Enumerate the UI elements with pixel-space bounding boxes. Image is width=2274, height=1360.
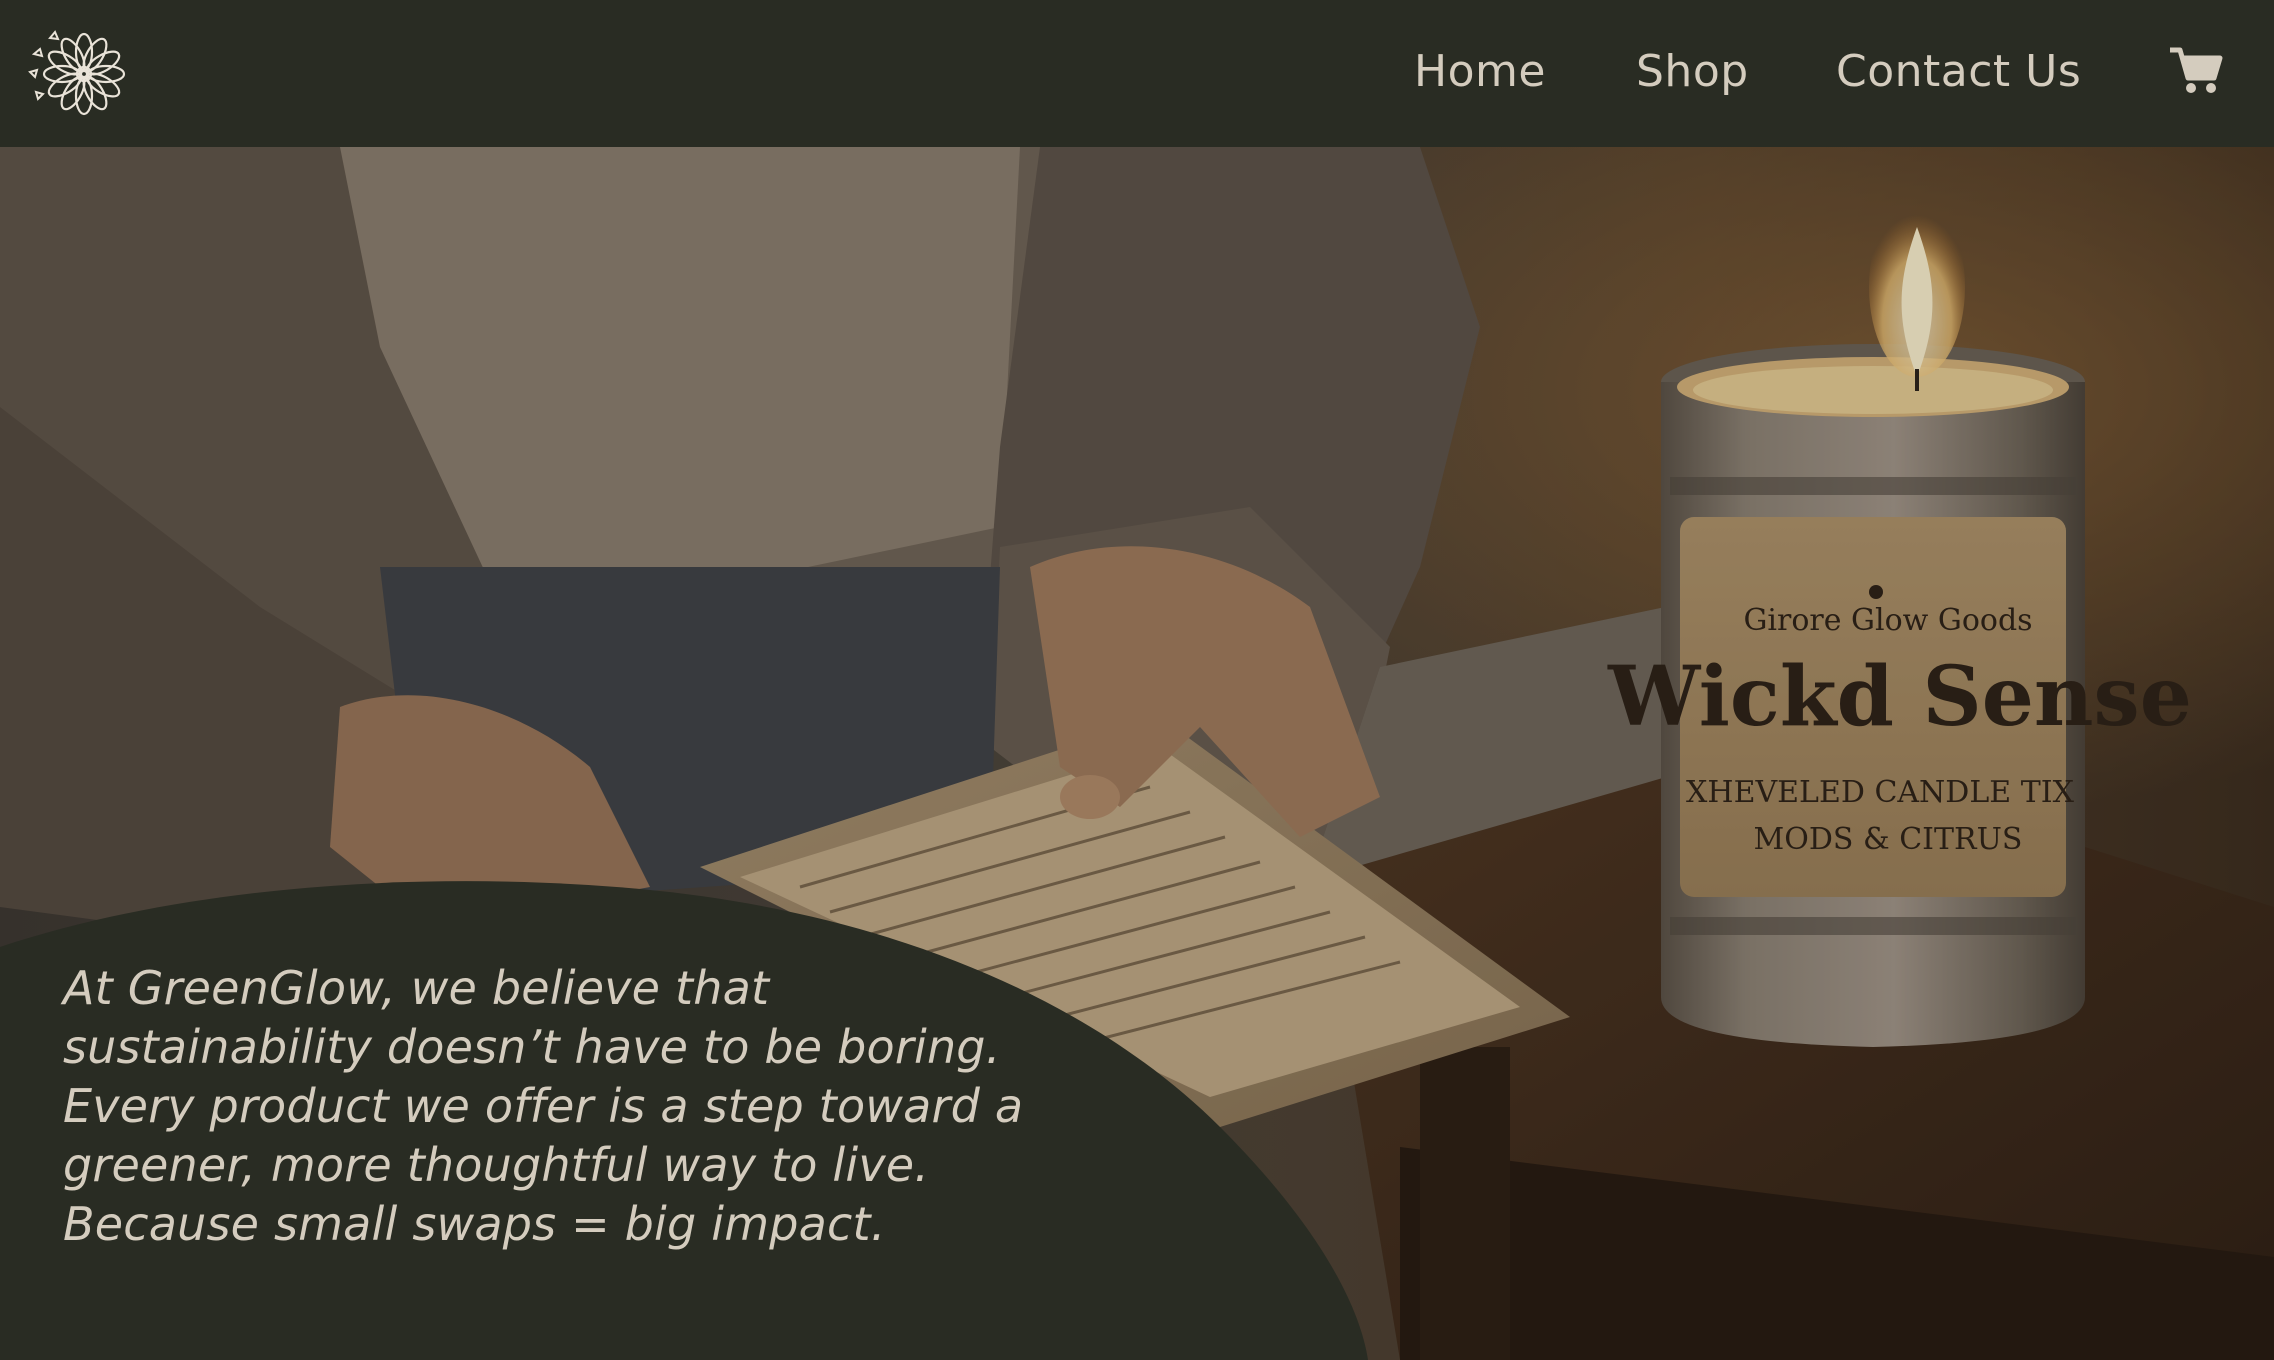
flower-icon [28, 30, 126, 116]
page: Home Shop Contact Us Girore Glow Goods W… [0, 0, 2274, 1360]
nav-shop-link[interactable]: Shop [1636, 42, 1749, 102]
site-header: Home Shop Contact Us [0, 0, 2274, 147]
hero-section: Girore Glow Goods Wickd Sense XHEVELED C… [0, 147, 2274, 1360]
nav-home-link[interactable]: Home [1414, 42, 1546, 102]
cart-icon[interactable] [2168, 44, 2224, 96]
tagline-text: At GreenGlow, we believe that sustainabi… [63, 961, 1024, 1251]
nav-contact-us-link[interactable]: Contact Us [1836, 42, 2081, 102]
flower-logo-icon[interactable] [26, 16, 136, 126]
